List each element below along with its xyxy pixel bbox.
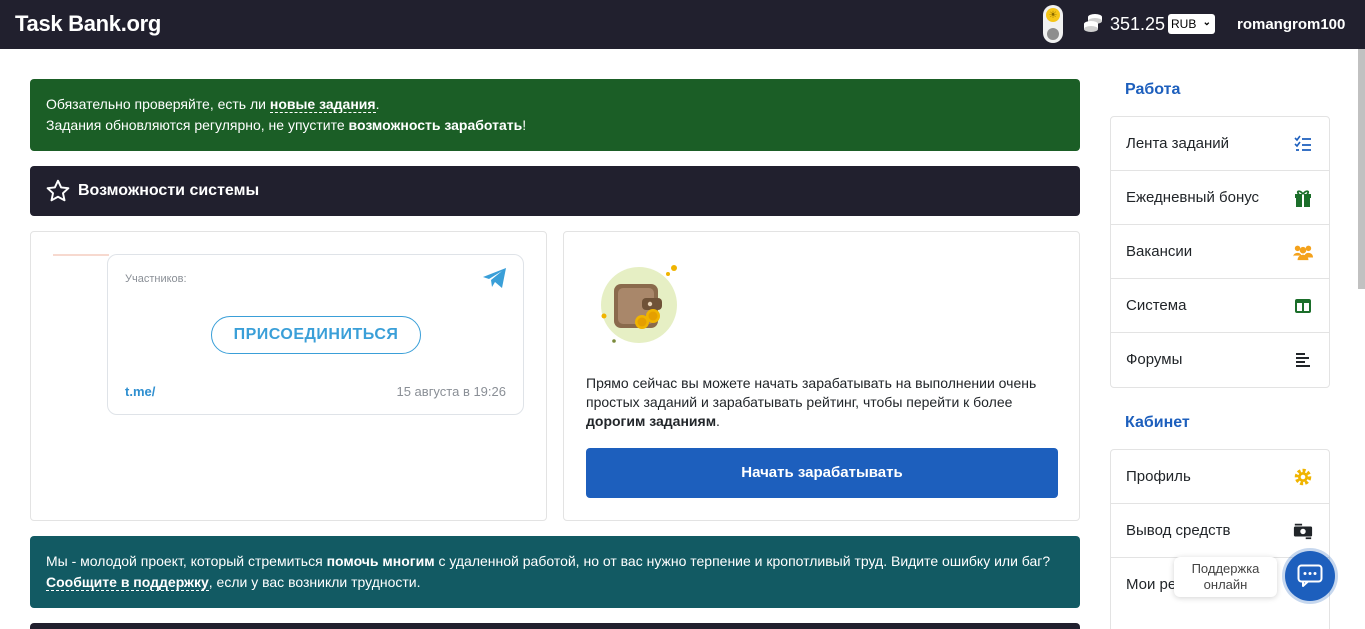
- start-earning-card: Прямо сейчас вы можете начать зарабатыва…: [563, 231, 1080, 521]
- sidebar-item-label: Профиль: [1126, 468, 1191, 485]
- sidebar-item-daily-bonus[interactable]: Ежедневный бонус: [1111, 171, 1329, 225]
- toggle-knob: [1047, 28, 1059, 40]
- gift-icon: [1295, 190, 1311, 207]
- currency-value: RUB: [1171, 17, 1197, 31]
- sidebar-item-label: Форумы: [1126, 351, 1183, 368]
- chevron-down-icon: ⌄: [1202, 17, 1211, 28]
- telegram-card: Участников: ПРИСОЕДИНИТЬСЯ t.me/ 15 авгу…: [30, 231, 547, 521]
- support-chat-button[interactable]: [1285, 551, 1335, 601]
- project-info-notice: Мы - молодой проект, который стремиться …: [30, 536, 1080, 608]
- align-left-icon: [1296, 353, 1310, 367]
- features-panel-header: Возможности системы: [30, 166, 1080, 216]
- currency-select[interactable]: RUB ⌄: [1168, 14, 1215, 34]
- features-panel-title: Возможности системы: [78, 182, 260, 199]
- balance-amount: 351.25: [1110, 14, 1166, 34]
- join-button[interactable]: ПРИСОЕДИНИТЬСЯ: [211, 316, 421, 354]
- earn-opportunity-text: возможность заработать: [348, 117, 523, 133]
- notice-line-1: Обязательно проверяйте, есть ли новые за…: [46, 96, 380, 113]
- chat-icon: [1297, 564, 1323, 587]
- username-link[interactable]: romangrom100: [1237, 16, 1345, 33]
- telegram-icon[interactable]: [482, 267, 508, 289]
- page-scrollbar[interactable]: [1358, 49, 1365, 289]
- sidebar-item-label: Система: [1126, 297, 1187, 314]
- sidebar-item-system[interactable]: Система: [1111, 279, 1329, 333]
- users-icon: [1293, 245, 1313, 261]
- members-label: Участников:: [125, 273, 187, 285]
- sidebar-item-label: Лента заданий: [1126, 135, 1230, 152]
- sidebar-item-forums[interactable]: Форумы: [1111, 333, 1329, 387]
- telegram-link[interactable]: t.me/: [125, 384, 155, 399]
- sidebar-item-label: Мои ре: [1126, 576, 1177, 593]
- sidebar-item-profile[interactable]: Профиль: [1111, 450, 1329, 504]
- sidebar-item-vacancies[interactable]: Вакансии: [1111, 225, 1329, 279]
- sidebar-work-menu: Лента заданий Ежедневный бонус Вакансии …: [1110, 116, 1330, 388]
- theme-toggle[interactable]: ☀: [1043, 5, 1063, 43]
- sidebar-item-label: Ежедневный бонус: [1126, 189, 1260, 206]
- wallet-illustration: [601, 265, 677, 343]
- tasks-list-icon: [1294, 135, 1311, 151]
- sidebar-item-task-feed[interactable]: Лента заданий: [1111, 117, 1329, 171]
- new-tasks-link[interactable]: новые задания: [269, 96, 376, 113]
- support-tooltip[interactable]: Поддержка онлайн: [1174, 557, 1277, 597]
- contact-support-link[interactable]: Сообщите в поддержку: [46, 574, 209, 591]
- sun-icon: ☀: [1046, 8, 1060, 22]
- gear-icon: [1294, 468, 1312, 486]
- next-panel-header: [30, 623, 1080, 629]
- star-icon: [46, 179, 70, 202]
- post-date: 15 августа в 19:26: [396, 384, 506, 399]
- sidebar-item-label: Вывод средств: [1126, 522, 1231, 539]
- widget-decoration: [53, 254, 109, 256]
- notice-line-2: Задания обновляются регулярно, не упусти…: [46, 117, 527, 133]
- coins-icon: [1084, 14, 1102, 32]
- earn-description: Прямо сейчас вы можете начать зарабатыва…: [586, 375, 1037, 429]
- new-tasks-notice: Обязательно проверяйте, есть ли новые за…: [30, 79, 1080, 151]
- top-navbar: Task Bank.org ☀ 351.25 RUB ⌄ romangrom10…: [0, 0, 1365, 49]
- layout-icon: [1295, 299, 1311, 313]
- money-icon: [1293, 523, 1313, 540]
- site-logo[interactable]: Task Bank.org: [15, 11, 161, 37]
- sidebar-item-withdraw[interactable]: Вывод средств: [1111, 504, 1329, 558]
- start-earning-button[interactable]: Начать зарабатывать: [586, 448, 1058, 498]
- telegram-widget: Участников: ПРИСОЕДИНИТЬСЯ t.me/ 15 авгу…: [107, 254, 524, 415]
- sidebar-item-label: Вакансии: [1126, 243, 1193, 260]
- sidebar-cabinet-title: Кабинет: [1125, 414, 1190, 431]
- sidebar-work-title: Работа: [1125, 81, 1181, 98]
- sidebar-cabinet-menu: Профиль Вывод средств Мои ре: [1110, 449, 1330, 629]
